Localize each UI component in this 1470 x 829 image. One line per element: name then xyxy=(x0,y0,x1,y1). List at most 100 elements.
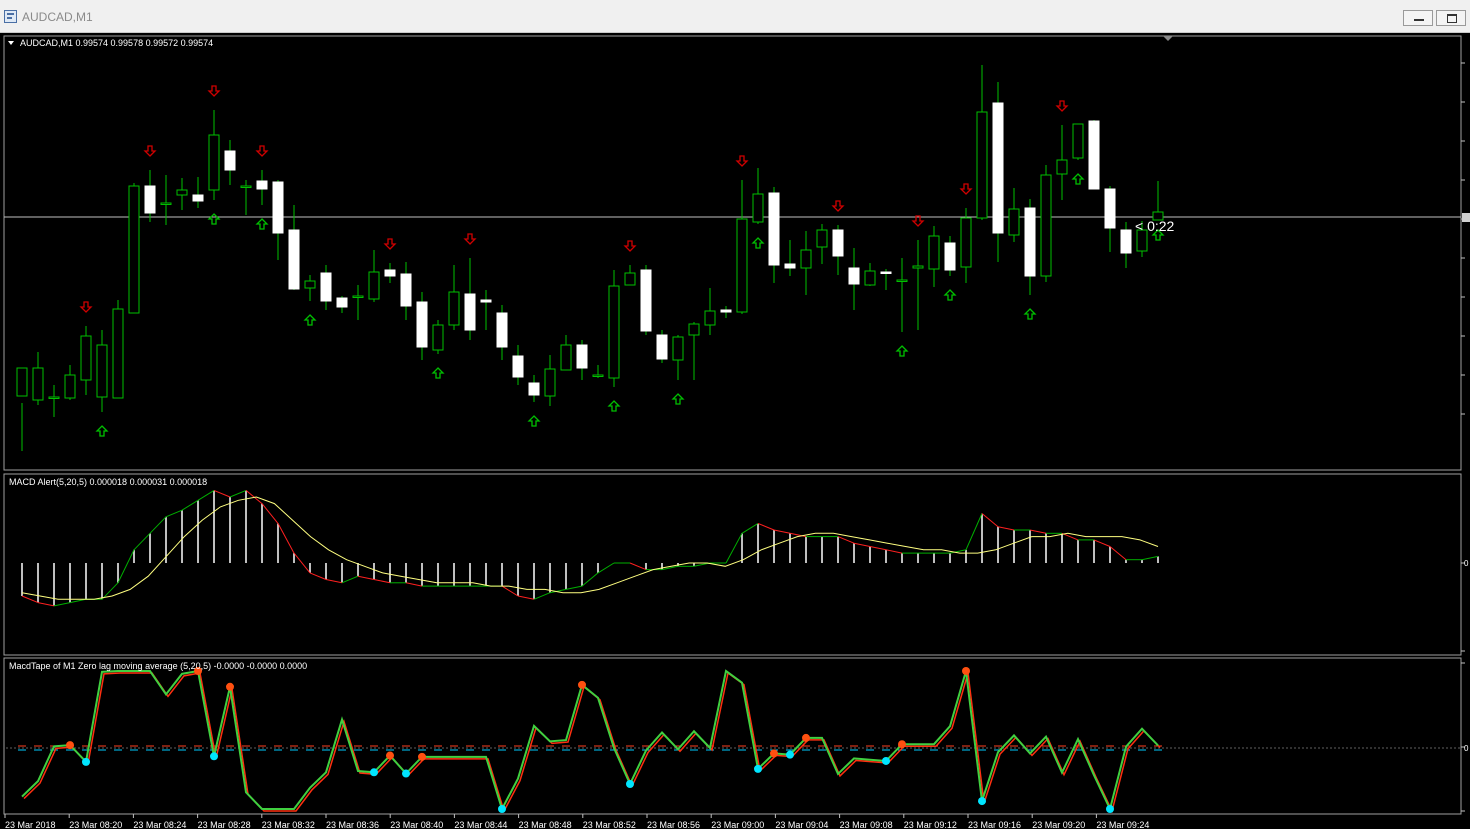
time-axis-label: 23 Mar 08:48 xyxy=(519,820,572,829)
time-axis-label: 23 Mar 08:36 xyxy=(326,820,379,829)
candle-body xyxy=(640,269,652,332)
candle-body xyxy=(1104,188,1116,229)
macd-scale-zero: 0 xyxy=(1464,559,1469,568)
candle-body xyxy=(960,217,972,268)
candle-body xyxy=(128,185,140,314)
tape-turn-up-dot xyxy=(370,768,378,777)
candle-body xyxy=(944,242,956,271)
candle-body xyxy=(528,382,540,396)
time-axis-label: 23 Mar 09:24 xyxy=(1096,820,1149,829)
candle-body xyxy=(720,309,732,313)
time-axis-label: 23 Mar 08:52 xyxy=(583,820,636,829)
tape-turn-down-dot xyxy=(66,741,74,750)
candle-body xyxy=(64,374,76,399)
candle-body xyxy=(416,301,428,348)
tape-turn-down-dot xyxy=(578,680,586,689)
candle-body xyxy=(320,272,332,302)
candle-body xyxy=(224,150,236,171)
candle-body xyxy=(512,355,524,378)
time-axis-label: 23 Mar 08:32 xyxy=(262,820,315,829)
window-titlebar: AUDCAD,M1 xyxy=(0,0,1470,33)
time-axis-label: 23 Mar 08:20 xyxy=(69,820,122,829)
candle-body xyxy=(400,273,412,307)
candle-body xyxy=(1040,174,1052,277)
candle-body xyxy=(112,308,124,399)
tape-header: MacdTape of M1 Zero lag moving average (… xyxy=(9,661,307,671)
candle-body xyxy=(1024,207,1036,277)
candle-timer: < 0:22 xyxy=(1135,218,1175,234)
tape-turn-down-dot xyxy=(226,682,234,691)
tape-turn-up-dot xyxy=(1106,805,1114,813)
tape-turn-up-dot xyxy=(82,757,90,766)
candle-body xyxy=(576,344,588,369)
time-axis-label: 23 Mar 09:12 xyxy=(904,820,957,829)
candle-body xyxy=(672,336,684,361)
tape-turn-up-dot xyxy=(210,752,218,761)
candle-body xyxy=(16,367,28,397)
candle-body xyxy=(464,293,476,331)
time-axis-label: 23 Mar 09:16 xyxy=(968,820,1021,829)
candle-body xyxy=(816,229,828,248)
minimize-button[interactable] xyxy=(1403,10,1433,26)
candle-body xyxy=(768,192,780,266)
candle-body xyxy=(608,285,620,379)
tape-turn-up-dot xyxy=(754,764,762,773)
candle-body xyxy=(32,367,44,401)
tape-turn-up-dot xyxy=(402,769,410,778)
candle-body xyxy=(544,368,556,397)
restore-button[interactable] xyxy=(1436,10,1466,26)
tape-turn-up-dot xyxy=(978,797,986,806)
time-axis-label: 23 Mar 09:08 xyxy=(840,820,893,829)
time-axis-label: 23 Mar 2018 xyxy=(5,820,56,829)
time-axis-label: 23 Mar 09:00 xyxy=(711,820,764,829)
candle-body xyxy=(704,310,716,326)
candle-body xyxy=(448,291,460,326)
candle-body xyxy=(752,193,764,223)
candle-body xyxy=(288,229,300,290)
candle-body xyxy=(656,334,668,360)
time-axis-label: 23 Mar 08:44 xyxy=(454,820,507,829)
tape-turn-up-dot xyxy=(626,780,634,788)
candle-body xyxy=(624,272,636,286)
candle-body xyxy=(176,189,188,196)
candle-body xyxy=(1008,208,1020,236)
candle-body xyxy=(864,270,876,286)
tape-turn-up-dot xyxy=(498,805,506,813)
candle-body xyxy=(1088,120,1100,190)
tape-turn-up-dot xyxy=(882,756,890,765)
current-price-marker xyxy=(1462,213,1470,222)
time-axis-label: 23 Mar 09:20 xyxy=(1032,820,1085,829)
tape-turn-down-dot xyxy=(770,749,778,758)
candle-body xyxy=(144,185,156,214)
candle-body xyxy=(784,263,796,269)
time-axis-label: 23 Mar 08:28 xyxy=(198,820,251,829)
candle-body xyxy=(592,374,604,377)
macd-header: MACD Alert(5,20,5) 0.000018 0.000031 0.0… xyxy=(9,477,207,487)
candle-body xyxy=(1120,229,1132,254)
candle-body xyxy=(96,344,108,398)
candle-body xyxy=(272,181,284,234)
candle-body xyxy=(192,194,204,202)
candle-body xyxy=(880,271,892,274)
tape-turn-down-dot xyxy=(418,752,426,761)
tape-turn-down-dot xyxy=(898,740,906,749)
candle-body xyxy=(496,312,508,348)
candle-body xyxy=(208,134,220,191)
candle-body xyxy=(688,323,700,336)
candle-body xyxy=(800,249,812,269)
window-title: AUDCAD,M1 xyxy=(22,10,93,24)
candle-body xyxy=(976,111,988,219)
time-axis-label: 23 Mar 08:40 xyxy=(390,820,443,829)
tape-turn-down-dot xyxy=(962,667,970,675)
candle-body xyxy=(432,324,444,351)
candle-body xyxy=(1072,123,1084,159)
candle-body xyxy=(336,297,348,308)
chart-area[interactable]: AUDCAD,M1 0.99574 0.99578 0.99572 0.9957… xyxy=(0,33,1470,829)
tape-turn-up-dot xyxy=(786,750,794,759)
candle-body xyxy=(352,295,364,298)
candle-body xyxy=(240,185,252,188)
candle-body xyxy=(928,235,940,270)
candle-body xyxy=(1056,159,1068,175)
candle-body xyxy=(48,396,60,399)
tape-turn-down-dot xyxy=(802,733,810,742)
